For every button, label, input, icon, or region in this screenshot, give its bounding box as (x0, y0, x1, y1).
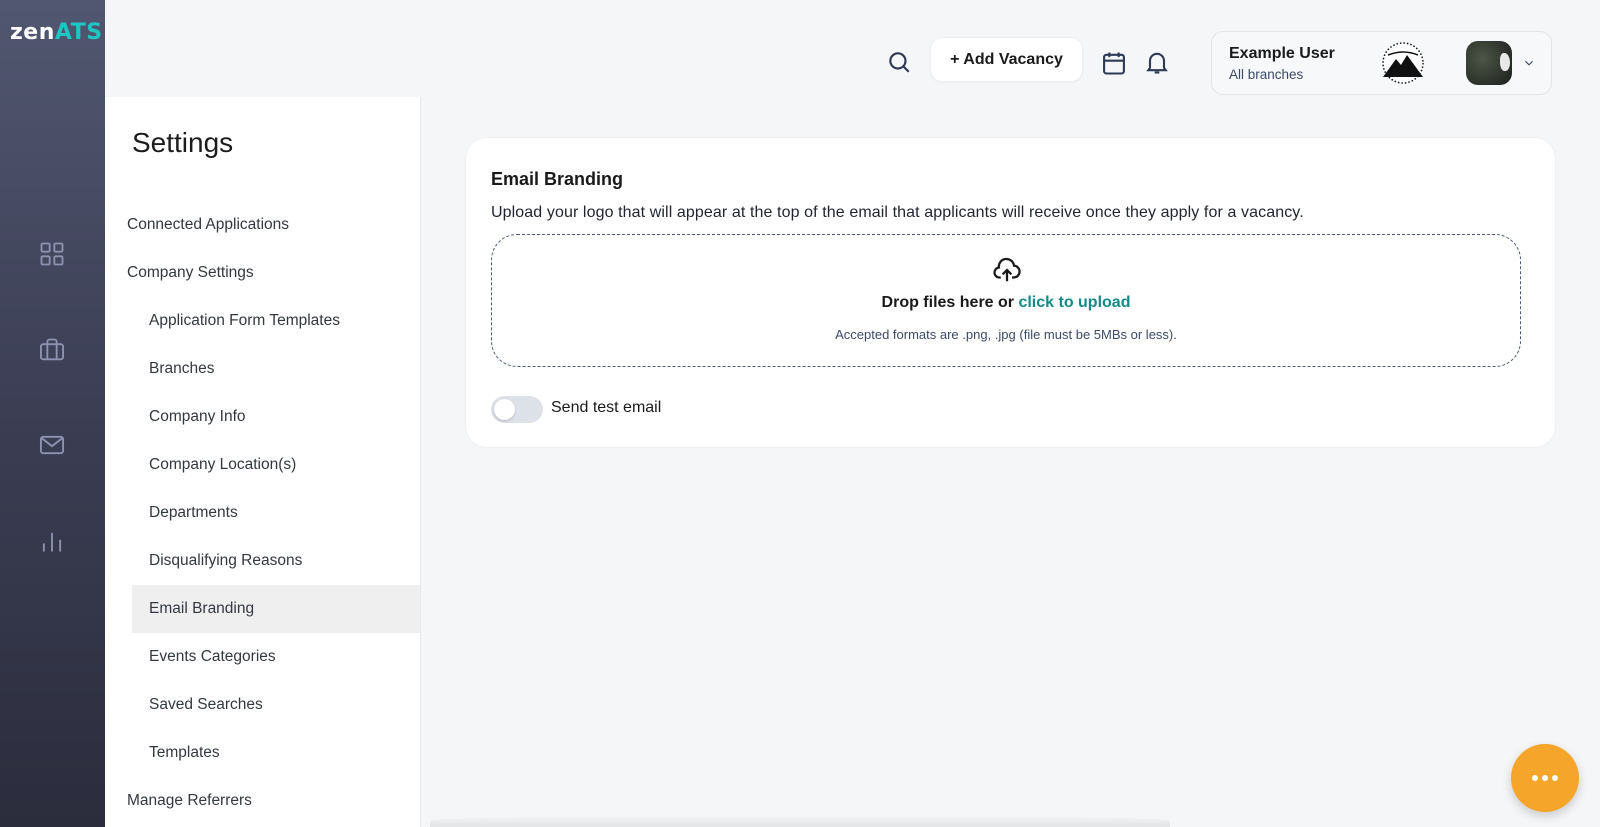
settings-item-branches[interactable]: Branches (105, 345, 420, 393)
briefcase-icon[interactable] (36, 334, 68, 366)
user-menu[interactable]: Example User All branches (1211, 31, 1552, 95)
settings-item-events-categories[interactable]: Events Categories (105, 633, 420, 681)
add-vacancy-button[interactable]: + Add Vacancy (930, 37, 1083, 82)
logo-part-zen: zen (10, 20, 55, 45)
calendar-icon[interactable] (1100, 49, 1128, 77)
more-dots-icon (1532, 775, 1558, 781)
chevron-down-icon[interactable] (1522, 56, 1536, 70)
analytics-icon[interactable] (36, 525, 68, 557)
accepted-formats-hint: Accepted formats are .png, .jpg (file mu… (835, 327, 1177, 342)
settings-item-company-locations[interactable]: Company Location(s) (105, 441, 420, 489)
send-test-email-toggle[interactable] (491, 396, 543, 423)
settings-item-company-info[interactable]: Company Info (105, 393, 420, 441)
more-options-button[interactable] (1511, 744, 1579, 812)
card-title: Email Branding (491, 169, 624, 189)
settings-panel: Settings Connected Applications Company … (105, 97, 421, 827)
user-branch: All branches (1229, 67, 1304, 82)
settings-item-templates[interactable]: Templates (105, 729, 420, 777)
settings-title: Settings (132, 127, 234, 158)
settings-item-saved-searches[interactable]: Saved Searches (105, 681, 420, 729)
logo-dropzone[interactable]: Drop files here or click to upload Accep… (491, 234, 1521, 367)
settings-item-manage-referrers[interactable]: Manage Referrers (105, 777, 420, 825)
send-test-email-label: Send test email (551, 399, 662, 416)
top-bar: + Add Vacancy Example User All branches (105, 0, 1600, 97)
left-rail: zenATS (0, 0, 105, 827)
settings-item-departments[interactable]: Departments (105, 489, 420, 537)
card-description: Upload your logo that will appear at the… (491, 204, 1304, 221)
settings-item-application-form-templates[interactable]: Application Form Templates (105, 297, 420, 345)
bell-icon[interactable] (1143, 48, 1171, 76)
click-to-upload-link[interactable]: click to upload (1018, 294, 1130, 311)
search-icon[interactable] (884, 47, 914, 77)
logo-part-ats: ATS (54, 20, 103, 45)
settings-item-company-settings[interactable]: Company Settings (105, 249, 420, 297)
email-branding-card: Email Branding Upload your logo that wil… (465, 137, 1556, 448)
drop-instructions: Drop files here or click to upload (492, 294, 1520, 312)
company-logo (1374, 41, 1432, 85)
cloud-upload-icon (992, 255, 1022, 285)
settings-item-connected-applications[interactable]: Connected Applications (105, 201, 420, 249)
user-name: Example User (1229, 45, 1335, 62)
bottom-shadow (430, 815, 1170, 827)
avatar (1466, 41, 1512, 85)
zenats-logo[interactable]: zenATS (10, 20, 103, 45)
settings-item-email-branding[interactable]: Email Branding (132, 585, 420, 633)
settings-item-disqualifying-reasons[interactable]: Disqualifying Reasons (105, 537, 420, 585)
toggle-knob (494, 399, 515, 420)
mail-icon[interactable] (36, 429, 68, 461)
drop-text: Drop files here or (881, 294, 1019, 311)
dashboard-icon[interactable] (36, 238, 68, 270)
